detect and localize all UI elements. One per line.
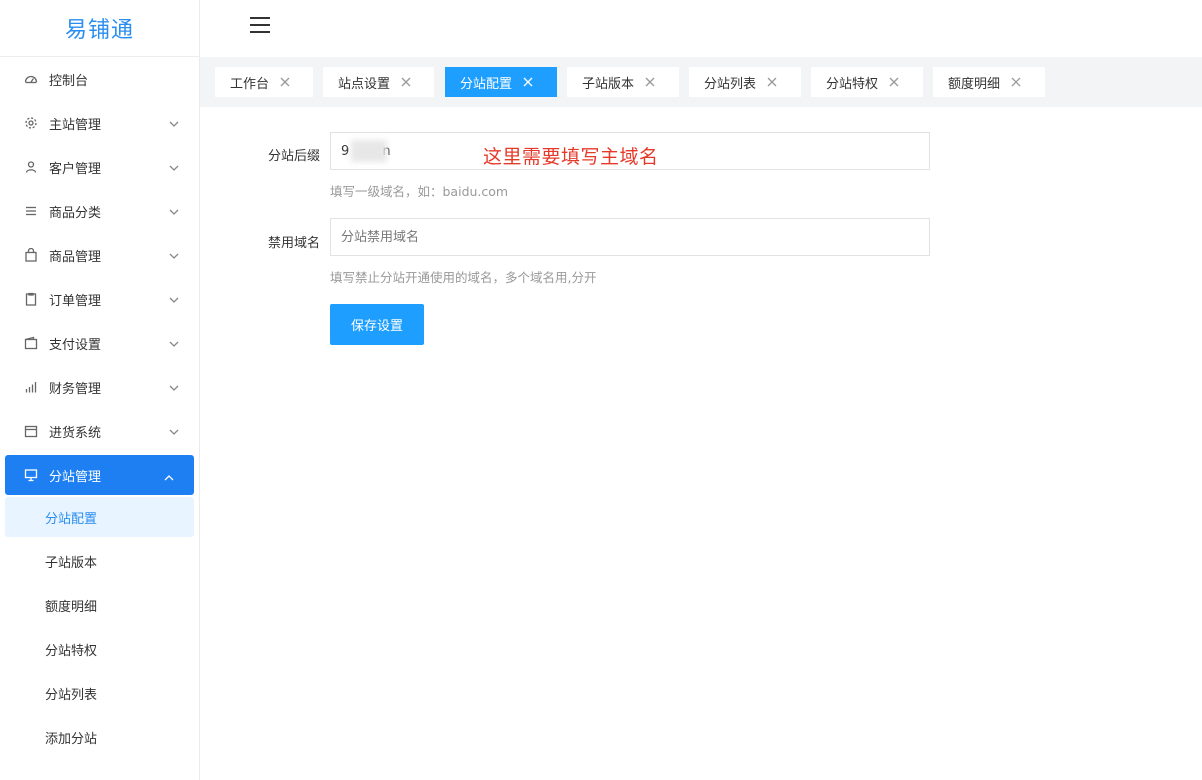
close-icon[interactable] [523, 77, 533, 87]
sidebar-item-label: 主站管理 [49, 117, 102, 133]
close-icon[interactable] [1011, 77, 1021, 87]
chevron-down-icon [169, 162, 179, 172]
close-icon[interactable] [645, 77, 655, 87]
tab-label: 分站列表 [704, 76, 757, 92]
tab-label: 工作台 [230, 76, 270, 92]
tab-label: 子站版本 [582, 76, 635, 92]
sidebar-item-label: 支付设置 [49, 337, 102, 353]
sidebar-item-label: 商品管理 [49, 249, 102, 265]
top-bar [200, 0, 1202, 57]
sidebar-item-finance[interactable]: 财务管理 [0, 365, 199, 409]
sidebar-item-label: 财务管理 [49, 381, 102, 397]
save-settings-button[interactable]: 保存设置 [330, 304, 424, 345]
bar-chart-icon [24, 380, 38, 394]
sidebar-item-main-site[interactable]: 主站管理 [0, 101, 199, 145]
chevron-down-icon [169, 118, 179, 128]
tab-site-settings[interactable]: 站点设置 [323, 67, 434, 97]
sidebar-item-substations[interactable]: 分站管理 [5, 455, 194, 495]
tab-sub-versions[interactable]: 子站版本 [567, 67, 679, 97]
clipboard-icon [24, 292, 38, 306]
close-icon[interactable] [767, 77, 777, 87]
tab-label: 分站配置 [460, 76, 513, 92]
main-content: 分站后缀 这里需要填写主域名 填写一级域名，如：baidu.com 禁用域名 填… [200, 107, 1202, 780]
banned-domains-label: 禁用域名 [267, 236, 320, 251]
tab-substation-privileges[interactable]: 分站特权 [811, 67, 923, 97]
chevron-down-icon [169, 382, 179, 392]
hamburger-menu-icon[interactable] [250, 17, 270, 35]
submenu-item-config[interactable]: 分站配置 [5, 497, 194, 537]
tab-substation-list[interactable]: 分站列表 [689, 67, 801, 97]
sidebar-menu: 控制台 主站管理 客户管理 商品分类 商品管理 订单管理 支付设置 财务管理 进… [0, 57, 199, 495]
sidebar-item-payment[interactable]: 支付设置 [0, 321, 199, 365]
close-icon[interactable] [889, 77, 899, 87]
wallet-icon [24, 336, 38, 350]
submenu-item-versions[interactable]: 子站版本 [0, 539, 199, 583]
chevron-down-icon [169, 338, 179, 348]
tab-label: 站点设置 [338, 76, 391, 92]
sidebar-item-label: 客户管理 [49, 161, 102, 177]
list-icon [24, 204, 38, 218]
tab-label: 额度明细 [948, 76, 1001, 92]
sidebar-item-orders[interactable]: 订单管理 [0, 277, 199, 321]
gear-icon [24, 116, 38, 130]
tab-quota-details[interactable]: 额度明细 [933, 67, 1045, 97]
sidebar-item-customers[interactable]: 客户管理 [0, 145, 199, 189]
sidebar-item-products[interactable]: 商品管理 [0, 233, 199, 277]
substation-submenu: 分站配置 子站版本 额度明细 分站特权 分站列表 添加分站 [0, 497, 199, 759]
tab-label: 分站特权 [826, 76, 879, 92]
sidebar-item-console[interactable]: 控制台 [0, 57, 199, 101]
close-icon[interactable] [280, 77, 290, 87]
box-icon [24, 424, 38, 438]
sidebar-item-label: 控制台 [49, 73, 89, 89]
user-icon [24, 160, 38, 174]
sidebar-item-label: 分站管理 [49, 469, 102, 485]
annotation-text: 这里需要填写主域名 [483, 146, 659, 168]
tab-bar: 工作台 站点设置 分站配置 子站版本 分站列表 分站特权 额度明细 [200, 57, 1202, 107]
sidebar-item-label: 进货系统 [49, 425, 102, 441]
app-logo[interactable]: 易铺通 [0, 0, 199, 57]
chevron-down-icon [169, 294, 179, 304]
suffix-hint: 填写一级域名，如：baidu.com [330, 184, 509, 199]
sidebar-item-categories[interactable]: 商品分类 [0, 189, 199, 233]
chevron-up-icon [164, 472, 174, 482]
tab-workbench[interactable]: 工作台 [215, 67, 313, 97]
tab-substation-config[interactable]: 分站配置 [445, 67, 557, 97]
chevron-down-icon [169, 250, 179, 260]
submenu-item-privileges[interactable]: 分站特权 [0, 627, 199, 671]
redacted-blur [351, 140, 387, 162]
suffix-label: 分站后缀 [267, 149, 320, 164]
sidebar-item-purchasing[interactable]: 进货系统 [0, 409, 199, 453]
chevron-down-icon [169, 426, 179, 436]
sidebar-item-label: 商品分类 [49, 205, 102, 221]
banned-domains-input[interactable] [330, 218, 930, 256]
sidebar: 易铺通 控制台 主站管理 客户管理 商品分类 商品管理 订单管理 支付设置 财务… [0, 0, 200, 780]
submenu-item-add[interactable]: 添加分站 [0, 715, 199, 759]
banned-domains-hint: 填写禁止分站开通使用的域名，多个域名用,分开 [330, 270, 597, 285]
dashboard-icon [24, 72, 38, 86]
close-icon[interactable] [401, 77, 411, 87]
monitor-icon [24, 468, 38, 482]
submenu-item-list[interactable]: 分站列表 [0, 671, 199, 715]
submenu-item-quota[interactable]: 额度明细 [0, 583, 199, 627]
bag-icon [24, 248, 38, 262]
sidebar-item-label: 订单管理 [49, 293, 102, 309]
chevron-down-icon [169, 206, 179, 216]
